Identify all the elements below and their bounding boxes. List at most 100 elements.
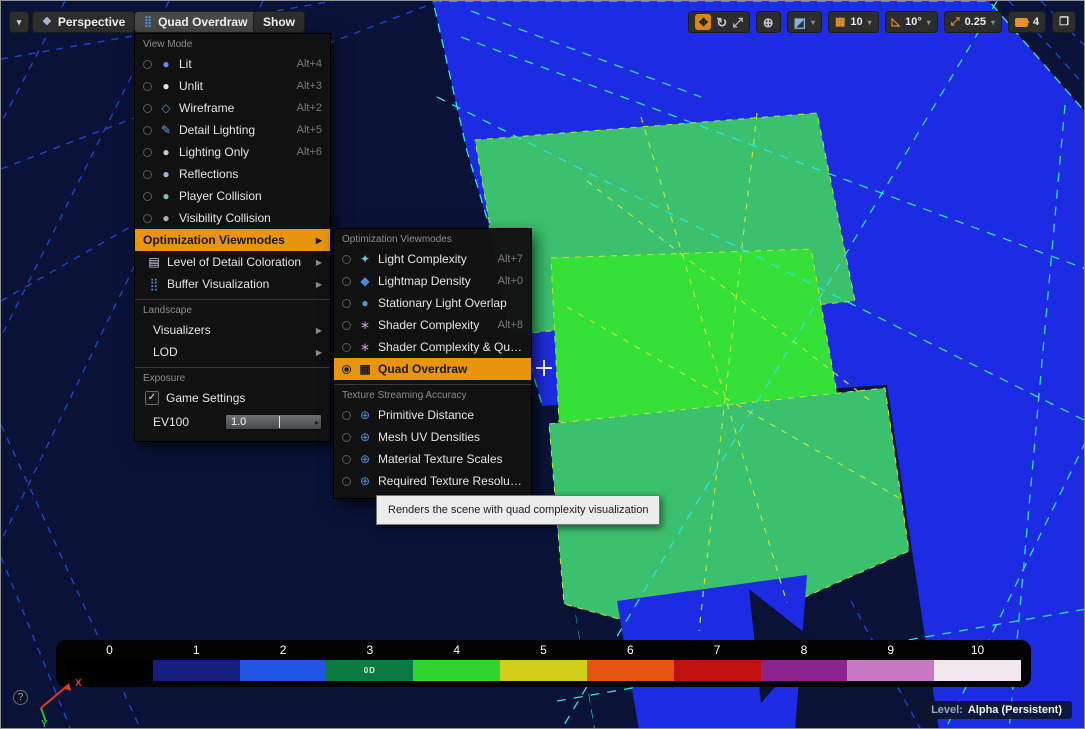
submenu-item-lightmap-density[interactable]: ◆ Lightmap Density Alt+0 bbox=[334, 270, 531, 292]
menu-item-label: Lighting Only bbox=[179, 145, 289, 159]
maximize-icon: ❐ bbox=[1059, 17, 1069, 28]
submenu-item-required-texture-resolution[interactable]: ⊕ Required Texture Resolution bbox=[334, 470, 531, 492]
menu-item-shortcut: Alt+4 bbox=[297, 58, 322, 70]
submenu-item-light-complexity[interactable]: ✦ Light Complexity Alt+7 bbox=[334, 248, 531, 270]
game-settings-label: Game Settings bbox=[166, 391, 322, 405]
menu-item-label: LOD bbox=[153, 345, 310, 359]
primitive-distance-icon: ⊕ bbox=[357, 409, 373, 421]
grid-snap-control[interactable]: ▦ 10 ▾ bbox=[828, 11, 879, 33]
surface-snapping-button[interactable]: ◩ ▾ bbox=[787, 11, 822, 33]
radio-indicator bbox=[342, 277, 351, 286]
menu-item-detail-lighting[interactable]: ✎ Detail Lighting Alt+5 bbox=[135, 119, 330, 141]
submenu-item-mesh-uv-densities[interactable]: ⊕ Mesh UV Densities bbox=[334, 426, 531, 448]
legend-label: 3 bbox=[326, 643, 413, 660]
legend-label: 8 bbox=[761, 643, 848, 660]
legend-label: 4 bbox=[413, 643, 500, 660]
submenu-arrow-icon: ▶ bbox=[316, 280, 322, 289]
chevron-down-icon: ▾ bbox=[927, 18, 931, 27]
radio-indicator bbox=[143, 192, 152, 201]
submenu-item-quad-overdraw[interactable]: ▦ Quad Overdraw bbox=[334, 358, 531, 380]
viewport-options-button[interactable]: ▾ bbox=[9, 11, 29, 33]
game-settings-checkbox[interactable]: ✓ bbox=[145, 391, 159, 405]
scale-snap-control[interactable]: ⤢ 0.25 ▾ bbox=[944, 11, 1002, 33]
menu-item-player-collision[interactable]: ● Player Collision bbox=[135, 185, 330, 207]
show-label: Show bbox=[263, 15, 295, 29]
radio-indicator bbox=[342, 255, 351, 264]
radio-indicator bbox=[143, 170, 152, 179]
submenu-item-shader-complexity[interactable]: ∗ Shader Complexity Alt+8 bbox=[334, 314, 531, 336]
world-space-toggle[interactable]: ⊕ bbox=[756, 11, 781, 33]
menu-item-visualizers[interactable]: Visualizers ▶ bbox=[135, 319, 330, 341]
lightmap-density-icon: ◆ bbox=[357, 275, 373, 287]
chevron-down-icon: ▾ bbox=[868, 18, 872, 27]
show-button[interactable]: Show bbox=[253, 11, 305, 33]
menu-item-label: Material Texture Scales bbox=[378, 452, 523, 466]
maximize-viewport-button[interactable]: ❐ bbox=[1052, 11, 1076, 33]
ev100-label: EV100 bbox=[153, 415, 217, 429]
radio-indicator bbox=[342, 321, 351, 330]
wireframe-icon: ◇ bbox=[158, 102, 174, 114]
rotation-snap-control[interactable]: ◺ 10° ▾ bbox=[885, 11, 938, 33]
viewport-toolbar-right: ✥ ↻ ⤢ ⊕ ◩ ▾ ▦ 10 ▾ ◺ 10° ▾ ⤢ 0.25 ▾ 4 bbox=[688, 11, 1076, 33]
radio-indicator bbox=[342, 299, 351, 308]
menu-item-shortcut: Alt+6 bbox=[297, 146, 322, 158]
menu-section-header: Texture Streaming Accuracy bbox=[334, 384, 531, 404]
scale-snap-value: 0.25 bbox=[965, 16, 986, 28]
ev100-slider-handle[interactable] bbox=[279, 416, 280, 428]
menu-item-unlit[interactable]: ● Unlit Alt+3 bbox=[135, 75, 330, 97]
quad-overdraw-green-inner bbox=[551, 249, 841, 422]
menu-item-label: Stationary Light Overlap bbox=[378, 296, 523, 310]
ev100-value: 1.0 bbox=[231, 416, 246, 428]
radio-indicator bbox=[143, 82, 152, 91]
menu-item-label: Buffer Visualization bbox=[167, 277, 310, 291]
legend-segment bbox=[761, 660, 848, 681]
legend-overlay-text: 0D bbox=[326, 660, 413, 681]
ev100-spinbox[interactable]: 1.0 ▸ bbox=[225, 414, 322, 430]
view-mode-button[interactable]: ⣿ Quad Overdraw bbox=[134, 11, 257, 33]
scale-tool-button[interactable]: ⤢ bbox=[732, 16, 742, 29]
radio-indicator bbox=[143, 214, 152, 223]
submenu-item-shader-complexity-quads[interactable]: ∗ Shader Complexity & Quads bbox=[334, 336, 531, 358]
menu-item-visibility-collision[interactable]: ● Visibility Collision bbox=[135, 207, 330, 229]
shader-complexity-quads-icon: ∗ bbox=[357, 341, 373, 353]
stationary-light-overlap-icon: ● bbox=[357, 297, 373, 309]
move-tool-button[interactable]: ✥ bbox=[695, 14, 711, 30]
view-mode-label: Quad Overdraw bbox=[158, 15, 247, 29]
perspective-label: Perspective bbox=[58, 15, 125, 29]
menu-item-lit[interactable]: ● Lit Alt+4 bbox=[135, 53, 330, 75]
detail-lighting-icon: ✎ bbox=[158, 124, 174, 136]
menu-item-label: Mesh UV Densities bbox=[378, 430, 523, 444]
legend-label: 1 bbox=[153, 643, 240, 660]
lod-coloration-icon: ▤ bbox=[146, 256, 162, 268]
menu-item-level-of-detail-coloration[interactable]: ▤ Level of Detail Coloration ▶ bbox=[135, 251, 330, 273]
menu-item-label: Detail Lighting bbox=[179, 123, 289, 137]
menu-item-wireframe[interactable]: ◇ Wireframe Alt+2 bbox=[135, 97, 330, 119]
menu-item-label: Level of Detail Coloration bbox=[167, 255, 310, 269]
submenu-item-primitive-distance[interactable]: ⊕ Primitive Distance bbox=[334, 404, 531, 426]
menu-item-reflections[interactable]: ● Reflections bbox=[135, 163, 330, 185]
submenu-item-stationary-light-overlap[interactable]: ● Stationary Light Overlap bbox=[334, 292, 531, 314]
submenu-item-material-texture-scales[interactable]: ⊕ Material Texture Scales bbox=[334, 448, 531, 470]
legend-label: 0 bbox=[66, 643, 153, 660]
spin-arrow-icon[interactable]: ▸ bbox=[315, 418, 319, 427]
radio-indicator bbox=[342, 343, 351, 352]
camera-speed-control[interactable]: 4 bbox=[1008, 11, 1046, 33]
menu-section-header: Landscape bbox=[135, 299, 330, 319]
visibility-collision-icon: ● bbox=[158, 212, 174, 224]
menu-section-header: Optimization Viewmodes bbox=[334, 229, 531, 248]
menu-item-game-settings[interactable]: ✓ Game Settings bbox=[135, 387, 330, 409]
perspective-button[interactable]: ❖ Perspective bbox=[32, 11, 135, 33]
menu-item-label: Wireframe bbox=[179, 101, 289, 115]
menu-item-label: Player Collision bbox=[179, 189, 322, 203]
menu-item-lod[interactable]: LOD ▶ bbox=[135, 341, 330, 363]
menu-item-lighting-only[interactable]: ● Lighting Only Alt+6 bbox=[135, 141, 330, 163]
menu-item-buffer-visualization[interactable]: ⣿ Buffer Visualization ▶ bbox=[135, 273, 330, 295]
radio-indicator bbox=[342, 477, 351, 486]
chevron-down-icon: ▾ bbox=[811, 18, 815, 27]
legend-scale-labels: 0 1 2 3 4 5 6 7 8 9 10 bbox=[66, 643, 1021, 660]
lit-icon: ● bbox=[158, 58, 174, 70]
legend-segment bbox=[847, 660, 934, 681]
menu-item-label: Visualizers bbox=[153, 323, 310, 337]
rotate-tool-button[interactable]: ↻ bbox=[716, 16, 727, 29]
menu-item-optimization-viewmodes[interactable]: Optimization Viewmodes ▶ bbox=[135, 229, 330, 251]
